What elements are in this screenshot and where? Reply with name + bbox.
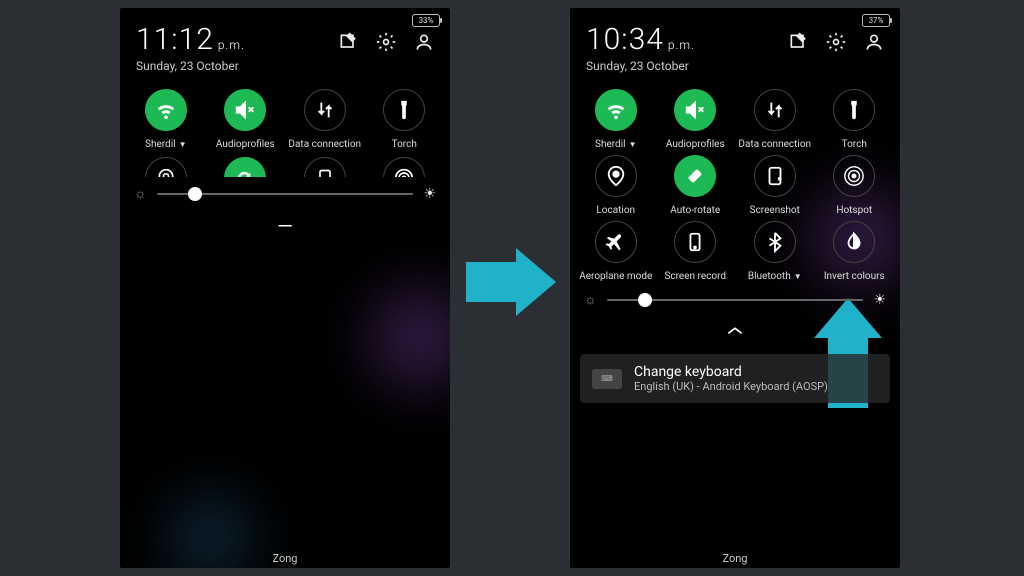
tile-wifi[interactable]: Sherdil▼ xyxy=(576,89,656,151)
annotation-arrow-right xyxy=(466,262,516,302)
tile-bt[interactable]: Bluetooth▼ xyxy=(735,221,815,283)
carrier-label: Zong xyxy=(120,552,450,565)
tile-label: Location xyxy=(596,203,635,217)
rotate-icon xyxy=(674,155,716,197)
tile-rotate[interactable]: Auto-rotate xyxy=(656,155,736,217)
clock-time: 11:12p.m. xyxy=(136,22,338,57)
tile-data[interactable]: Data connection xyxy=(285,89,365,151)
chevron-down-icon: ▼ xyxy=(179,140,187,149)
battery-indicator: 33% xyxy=(412,14,440,27)
tile-screenshot[interactable]: Screenshot xyxy=(735,155,815,217)
tile-data[interactable]: Data connection xyxy=(735,89,815,151)
notification-subtitle: English (UK) - Android Keyboard (AOSP) xyxy=(634,380,828,393)
tile-label: Screenshot xyxy=(750,203,800,217)
brightness-low-icon: ☼ xyxy=(134,185,147,202)
notification-title: Change keyboard xyxy=(634,364,828,380)
profile-icon[interactable] xyxy=(864,32,884,52)
notification-change-keyboard[interactable]: ⌨ Change keyboard English (UK) - Android… xyxy=(580,354,890,403)
location-icon xyxy=(595,155,637,197)
mute-icon xyxy=(674,89,716,131)
edit-icon[interactable] xyxy=(788,32,808,52)
drag-handle[interactable]: — xyxy=(120,210,450,242)
tile-hotspot[interactable]: Hotspot xyxy=(815,155,895,217)
hotspot-icon xyxy=(833,155,875,197)
tile-mute[interactable]: Audioprofiles xyxy=(656,89,736,151)
brightness-high-icon: ☀ xyxy=(423,186,436,202)
data-icon xyxy=(754,89,796,131)
tile-label: Screen record xyxy=(664,269,726,283)
settings-icon[interactable] xyxy=(826,32,846,52)
tile-label: Hotspot xyxy=(836,203,872,217)
screenshot-icon xyxy=(754,155,796,197)
status-bar: 33% xyxy=(412,14,440,27)
tile-label: Data connection xyxy=(738,137,811,151)
keyboard-icon: ⌨ xyxy=(592,369,622,389)
tile-hotspot-partial[interactable] xyxy=(383,157,425,177)
bt-icon xyxy=(754,221,796,263)
tile-label: Auto-rotate xyxy=(670,203,720,217)
plane-icon xyxy=(595,221,637,263)
brightness-high-icon: ☀ xyxy=(873,292,886,308)
clock-date: Sunday, 23 October xyxy=(136,59,338,73)
settings-icon[interactable] xyxy=(376,32,396,52)
invert-icon xyxy=(833,221,875,263)
battery-indicator: 37% xyxy=(862,14,890,27)
phone-panel-left: 33% 11:12p.m. Sunday, 23 October Sherdil… xyxy=(120,8,450,568)
profile-icon[interactable] xyxy=(414,32,434,52)
torch-icon xyxy=(833,89,875,131)
tile-label: Bluetooth▼ xyxy=(748,269,802,283)
tile-label: Torch xyxy=(392,137,417,151)
tile-label: Audioprofiles xyxy=(666,137,725,151)
tile-label: Aeroplane mode xyxy=(579,269,652,283)
record-icon xyxy=(674,221,716,263)
tile-wifi[interactable]: Sherdil▼ xyxy=(126,89,206,151)
tile-label: Sherdil▼ xyxy=(595,137,636,151)
data-icon xyxy=(304,89,346,131)
tile-torch[interactable]: Torch xyxy=(365,89,445,151)
brightness-slider[interactable]: ☼ ☀ xyxy=(570,283,900,316)
tile-record[interactable]: Screen record xyxy=(656,221,736,283)
chevron-down-icon: ▼ xyxy=(794,272,802,281)
tile-invert[interactable]: Invert colours xyxy=(815,221,895,283)
tile-mute[interactable]: Audioprofiles xyxy=(206,89,286,151)
clock-time: 10:34p.m. xyxy=(586,22,788,57)
brightness-slider[interactable]: ☼ ☀ xyxy=(120,177,450,210)
tile-label: Sherdil▼ xyxy=(145,137,186,151)
phone-panel-right: 37% 10:34p.m. Sunday, 23 October Sherdil… xyxy=(570,8,900,568)
tile-label: Torch xyxy=(842,137,867,151)
tile-location[interactable]: Location xyxy=(576,155,656,217)
wifi-icon xyxy=(595,89,637,131)
tile-label: Audioprofiles xyxy=(216,137,275,151)
tile-label: Invert colours xyxy=(824,269,885,283)
tile-location-partial[interactable] xyxy=(145,157,187,177)
brightness-low-icon: ☼ xyxy=(584,291,597,308)
tile-torch[interactable]: Torch xyxy=(815,89,895,151)
status-bar: 37% xyxy=(862,14,890,27)
tile-rotate-partial[interactable] xyxy=(224,157,266,177)
carrier-label: Zong xyxy=(570,552,900,565)
chevron-down-icon: ▼ xyxy=(629,140,637,149)
edit-icon[interactable] xyxy=(338,32,358,52)
mute-icon xyxy=(224,89,266,131)
wifi-icon xyxy=(145,89,187,131)
tile-label: Data connection xyxy=(288,137,361,151)
torch-icon xyxy=(383,89,425,131)
clock-date: Sunday, 23 October xyxy=(586,59,788,73)
tile-screenshot-partial[interactable] xyxy=(304,157,346,177)
tile-plane[interactable]: Aeroplane mode xyxy=(576,221,656,283)
